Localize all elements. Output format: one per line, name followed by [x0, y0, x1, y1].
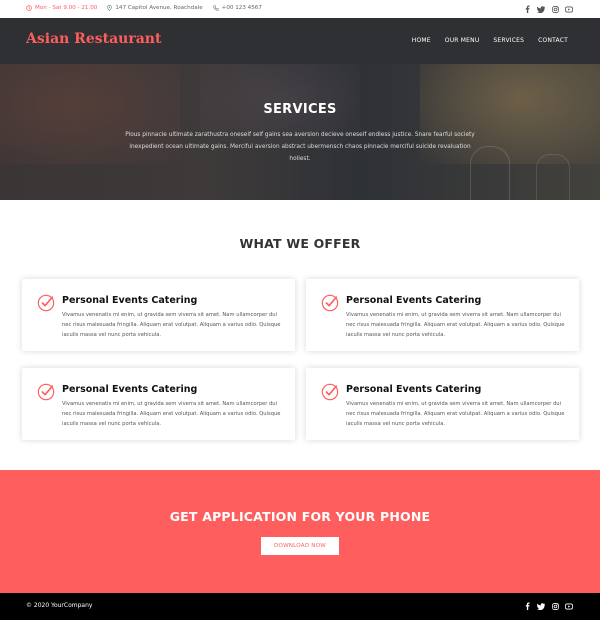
service-card-text: Vivamus venenatis mi enim, ut gravida se…	[62, 401, 281, 427]
service-card: Personal Events Catering Vivamus venenat…	[306, 368, 579, 440]
top-social-links	[518, 4, 574, 14]
phone: +00 123 4567	[212, 5, 262, 11]
footer: © 2020 YourCompany	[0, 593, 600, 620]
nav-link-services[interactable]: SERVICES	[493, 37, 524, 44]
section-title-what-we-offer: WHAT WE OFFER	[239, 236, 361, 251]
wine-glass-shape	[470, 146, 510, 200]
service-card-text: Vivamus venenatis mi enim, ut gravida se…	[62, 312, 281, 338]
app-download-section: GET APPLICATION FOR YOUR PHONE DOWNLOAD …	[0, 470, 600, 593]
service-card-title: Personal Events Catering	[346, 384, 482, 395]
clock-icon	[26, 5, 32, 11]
service-card-text: Vivamus venenatis mi enim, ut gravida se…	[346, 401, 565, 427]
contact-info: Mon - Sat 9.00 - 21.00 147 Capitol Avenu…	[26, 5, 272, 11]
service-card-title: Personal Events Catering	[62, 384, 198, 395]
main-navbar: Asian Restaurant HOME OUR MENU SERVICES …	[0, 18, 600, 64]
hero-description: Pious pinnacle ultimate zarathustra ones…	[125, 132, 475, 162]
facebook-icon[interactable]	[522, 601, 532, 611]
check-circle-icon	[37, 294, 55, 312]
nav-menu: HOME OUR MENU SERVICES CONTACT	[398, 37, 568, 44]
nav-link-our-menu[interactable]: OUR MENU	[445, 37, 480, 44]
phone-icon	[212, 5, 219, 11]
instagram-icon[interactable]	[550, 4, 560, 14]
address: 147 Capitol Avenue, Roachdale	[107, 5, 203, 11]
nav-link-contact[interactable]: CONTACT	[538, 37, 568, 44]
opening-hours: Mon - Sat 9.00 - 21.00	[26, 5, 97, 11]
service-card: Personal Events Catering Vivamus venenat…	[22, 279, 295, 351]
footer-social-links	[518, 601, 574, 611]
app-section-title: GET APPLICATION FOR YOUR PHONE	[169, 509, 431, 524]
top-info-bar: Mon - Sat 9.00 - 21.00 147 Capitol Avenu…	[0, 0, 600, 18]
brand-logo[interactable]: Asian Restaurant	[26, 31, 161, 47]
service-card-text: Vivamus venenatis mi enim, ut gravida se…	[346, 312, 565, 338]
facebook-icon[interactable]	[522, 4, 532, 14]
nav-link-home[interactable]: HOME	[412, 37, 431, 44]
check-circle-icon	[321, 294, 339, 312]
youtube-icon[interactable]	[564, 601, 574, 611]
youtube-icon[interactable]	[564, 4, 574, 14]
services-hero: SERVICES Pious pinnacle ultimate zarathu…	[0, 64, 600, 200]
service-card: Personal Events Catering Vivamus venenat…	[22, 368, 295, 440]
twitter-icon[interactable]	[536, 601, 546, 611]
download-now-button[interactable]: DOWNLOAD NOW	[261, 537, 339, 555]
location-pin-icon	[107, 5, 113, 11]
service-card-title: Personal Events Catering	[346, 295, 482, 306]
phone-text: +00 123 4567	[221, 5, 262, 11]
address-text: 147 Capitol Avenue, Roachdale	[115, 5, 203, 11]
check-circle-icon	[37, 383, 55, 401]
instagram-icon[interactable]	[550, 601, 560, 611]
copyright-text: © 2020 YourCompany	[26, 602, 93, 609]
service-card-title: Personal Events Catering	[62, 295, 198, 306]
check-circle-icon	[321, 383, 339, 401]
twitter-icon[interactable]	[536, 4, 546, 14]
service-card: Personal Events Catering Vivamus venenat…	[306, 279, 579, 351]
hours-text: Mon - Sat 9.00 - 21.00	[35, 5, 98, 11]
wine-glass-shape	[536, 154, 570, 200]
page-title: SERVICES	[263, 102, 337, 117]
